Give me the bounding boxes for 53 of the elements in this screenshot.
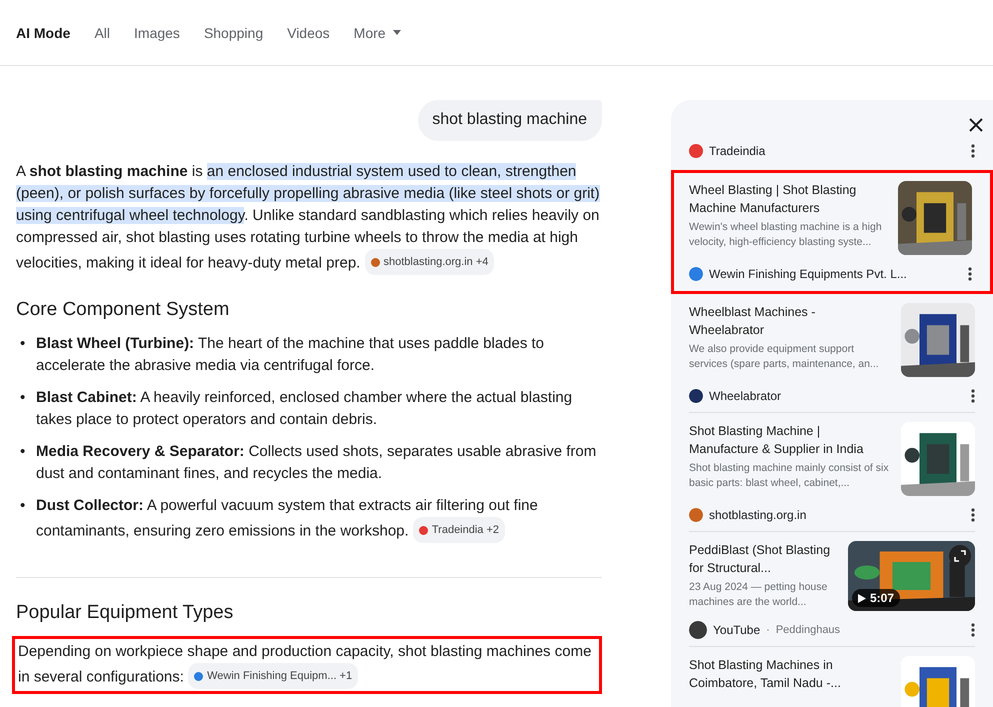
source-card[interactable]: PeddiBlast (Shot Blasting for Structural... 23 Aug 2024 — petting house machines are the world... 5:07 YouTube · Peddinghaus [689, 531, 975, 646]
more-options-icon[interactable] [971, 508, 975, 522]
expand-icon[interactable] [949, 545, 971, 567]
nav-tab[interactable]: All [94, 24, 110, 40]
query-bubble: shot blasting machine [418, 100, 602, 141]
source-card[interactable]: Wheel Blasting | Shot Blasting Machine Manufacturers Wewin's wheel blasting machine is a high velocity, high-efficiency blasting syste... Wewin Finishing Equipments Pvt. L... [671, 170, 993, 294]
source-name: YouTube [713, 623, 760, 637]
card-snippet: Wewin's wheel blasting machine is a high velocity, high-efficiency blasting syste... [689, 220, 883, 250]
card-title: Wheel Blasting | Shot Blasting Machine Manufacturers [689, 182, 858, 217]
source-card[interactable]: Wheelblast Machines - Wheelabrator We also provide equipment support services (spare parts, maintenance, an... Wheelabrator [689, 294, 975, 412]
nav-tab[interactable]: Images [134, 24, 180, 40]
more-options-icon[interactable] [971, 389, 975, 403]
card-title: Wheelblast Machines - Wheelabrator [689, 304, 816, 339]
source-card[interactable]: Shot Blasting Machines in Coimbatore, Tamil Nadu -... [689, 646, 975, 707]
card-title: Shot Blasting Machines in Coimbatore, Tamil Nadu -... [689, 657, 842, 692]
more-menu[interactable]: More [354, 24, 401, 40]
card-snippet: Shot blasting machine mainly consist of six basic parts: blast wheel, cabinet,... [689, 461, 890, 491]
bullet-text: Blast Cabinet: A heavily reinforced, enclosed chamber where the actual blasting takes place to protect operators and contain debris. [36, 388, 574, 430]
bullet-marker: • [20, 442, 26, 462]
separator-dot: · [766, 624, 770, 636]
card-title: PeddiBlast (Shot Blasting for Structural... [689, 542, 832, 577]
more-options-icon[interactable] [968, 267, 972, 281]
source-name: Tradeindia [709, 144, 766, 158]
card-snippet: We also provide equipment support services (spare parts, maintenance, an... [689, 342, 880, 372]
caret-icon [392, 30, 401, 35]
more-options-icon[interactable] [971, 144, 975, 158]
answer-paragraph: Depending on workpiece shape and production capacity, shot blasting machines come in several configurations: Wewin Finishing Equipm... +1 [18, 639, 596, 691]
card-snippet: 23 Aug 2024 — petting house machines are the world... [689, 580, 828, 610]
nav-tab[interactable]: AI Mode [16, 24, 70, 40]
close-icon[interactable] [969, 118, 983, 132]
bullet-marker: • [20, 496, 26, 516]
source-name: Wewin Finishing Equipments Pvt. L... [709, 267, 907, 281]
more-options-icon[interactable] [971, 623, 975, 637]
video-duration[interactable]: 5:07 [852, 589, 900, 607]
bullet-marker: • [20, 388, 26, 408]
nav-tab[interactable]: Shopping [204, 24, 264, 40]
source-name: shotblasting.org.in [709, 508, 806, 522]
play-icon [858, 594, 866, 602]
answer-paragraph: A shot blasting machine is an enclosed industrial system used to clean, strengthen (peen), or polish surfaces by forcefully propelling abrasive media (like steel shots or grit) using centrifugal wheel technology. Unlike standard sandblasting which relies heavily on compressed air, shot blasting uses rotating turbine wheels to throw the media at high velocities, making it ideal for heavy-duty metal prep. shotblasting.org.in +4 [16, 161, 602, 275]
bullet-marker: • [20, 334, 26, 354]
citation-chip[interactable]: Wewin Finishing Equipm... +1 [188, 663, 358, 689]
citation-chip[interactable]: shotblasting.org.in +4 [364, 249, 494, 275]
section-heading: Core Component System [16, 299, 230, 321]
source-card[interactable]: Shot Blasting Machine | Manufacture & Supplier in India Shot blasting machine mainly consist of six basic parts: blast wheel, cabinet,... shotblasting.org.in [689, 412, 975, 531]
bullet-text: Dust Collector: A powerful vacuum system that extracts air filtering out fine contaminants, ensuring zero emissions in the workshop. Tradeindia +2 [36, 495, 602, 543]
bullet-text: Blast Wheel (Turbine): The heart of the machine that uses paddle blades to accelerate the abrasive media via centrifugal force. [36, 334, 546, 376]
bullet-text: Media Recovery & Separator: Collects used shots, separates usable abrasive from dust and contaminant fines, and recycles the media. [36, 442, 598, 484]
channel-name: Peddinghaus [776, 624, 840, 636]
nav-tab[interactable]: Videos [287, 24, 330, 40]
source-name: Wheelabrator [709, 389, 782, 403]
citation-chip[interactable]: Tradeindia +2 [412, 517, 506, 543]
section-heading: Popular Equipment Types [16, 602, 234, 624]
card-title: Shot Blasting Machine | Manufacture & Supplier in India [689, 423, 864, 458]
